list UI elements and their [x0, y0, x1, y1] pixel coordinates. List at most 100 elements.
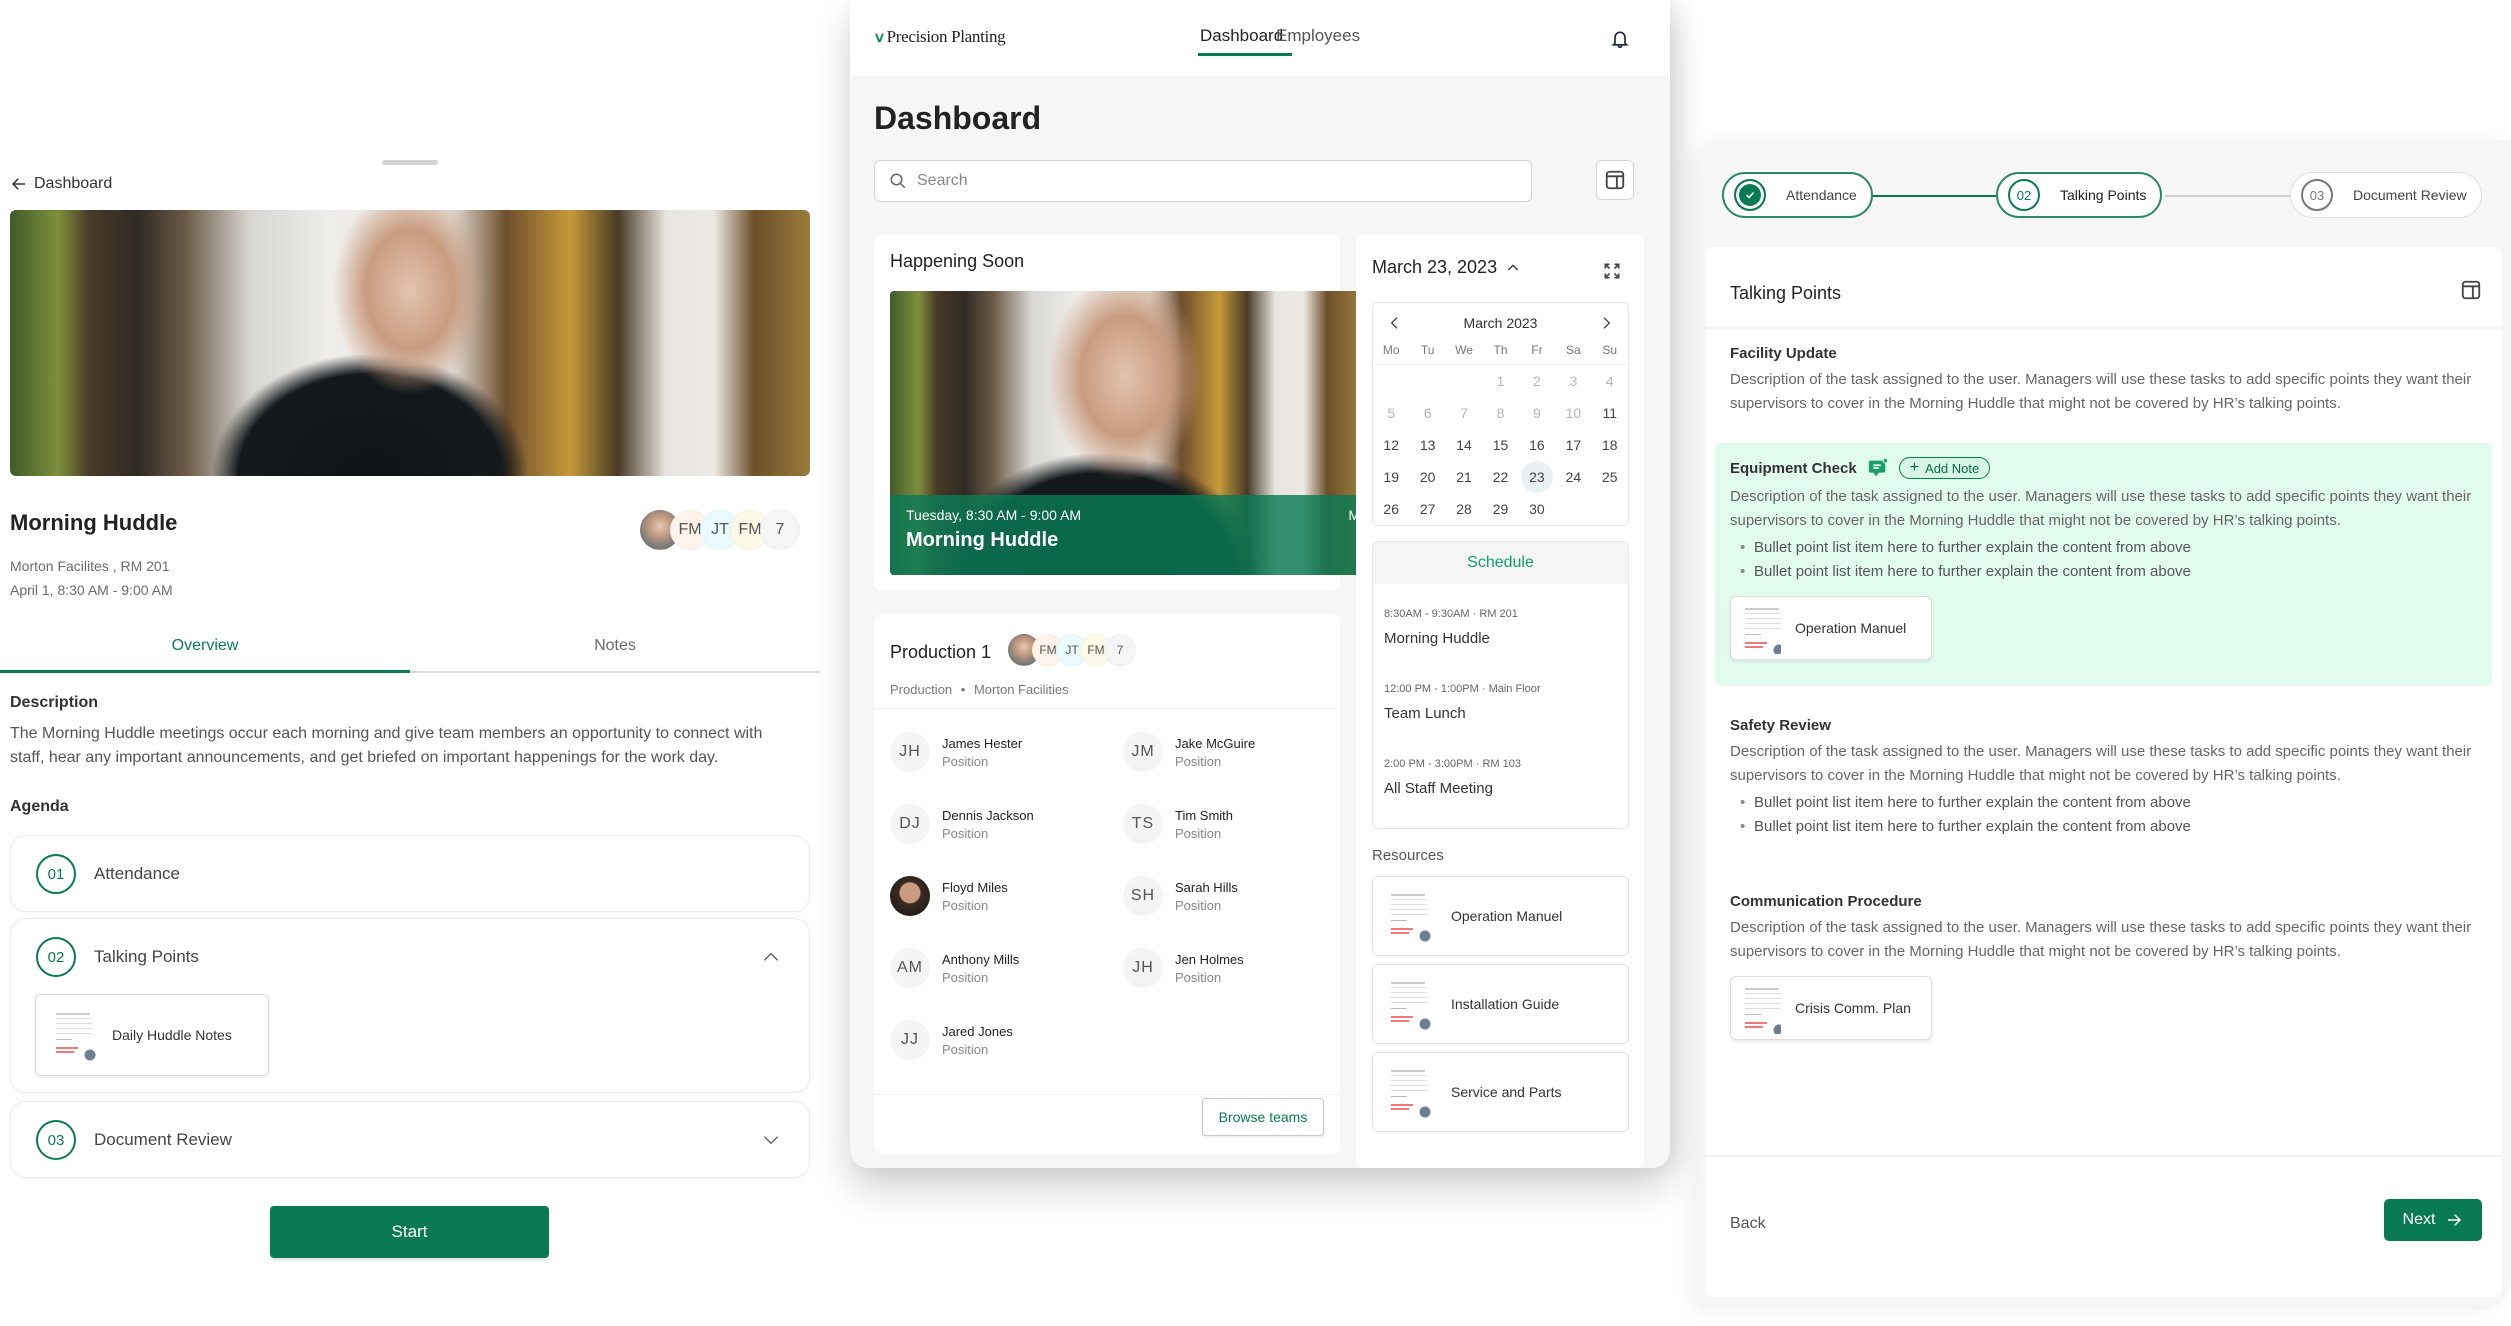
- document-card[interactable]: Daily Huddle Notes: [35, 994, 269, 1076]
- check-icon: [1734, 179, 1766, 211]
- team-avatars[interactable]: FM JT FM 7: [1008, 634, 1136, 666]
- tab-notes[interactable]: Notes: [410, 620, 820, 671]
- weekday-label: Sa: [1555, 343, 1592, 365]
- schedule-item[interactable]: 12:00 PM - 1:00PM · Main Floor Team Lunc…: [1384, 683, 1541, 722]
- calendar-day[interactable]: 9: [1519, 397, 1555, 429]
- member-position: Position: [1175, 897, 1222, 913]
- step-talking-points[interactable]: 02 Talking Points: [1996, 172, 2163, 218]
- calendar-day[interactable]: 17: [1555, 429, 1591, 461]
- calendar-day[interactable]: 10: [1555, 397, 1591, 429]
- browse-teams-button[interactable]: Browse teams: [1202, 1098, 1324, 1136]
- brand-logo[interactable]: ⅴ Precision Planting: [875, 27, 1006, 47]
- weekday-label: Fr: [1518, 343, 1556, 365]
- bullet-item: Bullet point list item here to further e…: [1730, 815, 2490, 839]
- tab-overview[interactable]: Overview: [0, 620, 410, 673]
- team-member[interactable]: TS Tim Smith Position: [1123, 804, 1233, 844]
- agenda-item-talking-points[interactable]: 02 Talking Points Daily Huddle Notes: [10, 918, 810, 1093]
- team-member[interactable]: DJ Dennis Jackson Position: [890, 804, 1034, 844]
- drag-handle[interactable]: [382, 160, 438, 165]
- calendar-day[interactable]: 28: [1446, 493, 1482, 525]
- team-member[interactable]: JJ Jared Jones Position: [890, 1020, 1013, 1060]
- calendar-day[interactable]: 22: [1482, 461, 1518, 493]
- note-comment-icon[interactable]: [1867, 457, 1889, 479]
- agenda-item-attendance[interactable]: 01 Attendance: [10, 835, 810, 912]
- layout-panel-icon[interactable]: [2460, 279, 2482, 301]
- nav-dashboard[interactable]: Dashboard: [1200, 26, 1283, 46]
- step-attendance[interactable]: Attendance: [1722, 172, 1873, 218]
- calendar-day[interactable]: 7: [1446, 397, 1482, 429]
- step-label: Talking Points: [2060, 187, 2147, 203]
- calendar-day[interactable]: 18: [1592, 429, 1628, 461]
- search-input[interactable]: [917, 172, 1497, 190]
- start-button[interactable]: Start: [270, 1206, 549, 1258]
- calendar-day[interactable]: 13: [1409, 429, 1445, 461]
- calendar-day[interactable]: 12: [1373, 429, 1409, 461]
- calendar-day[interactable]: 14: [1446, 429, 1482, 461]
- resource-card[interactable]: Operation Manuel: [1372, 876, 1629, 956]
- day-number: 17: [1565, 437, 1582, 453]
- talking-points-panel: Attendance 02 Talking Points 03 Document…: [1700, 140, 2511, 1310]
- calendar-day[interactable]: 15: [1482, 429, 1518, 461]
- date-selector[interactable]: March 23, 2023: [1372, 257, 1521, 278]
- attendee-avatars[interactable]: FM JT FM 7: [640, 510, 800, 550]
- calendar-day[interactable]: 3: [1555, 365, 1591, 397]
- team-member[interactable]: JH James Hester Position: [890, 732, 1022, 772]
- add-note-button[interactable]: + Add Note: [1898, 457, 1991, 479]
- schedule-item[interactable]: 2:00 PM - 3:00PM · RM 103 All Staff Meet…: [1384, 758, 1521, 797]
- calendar-day[interactable]: 1: [1482, 365, 1518, 397]
- nav-employees[interactable]: Employees: [1276, 26, 1360, 46]
- back-button[interactable]: Back: [1730, 1215, 1766, 1233]
- team-member[interactable]: AM Anthony Mills Position: [890, 948, 1019, 988]
- calendar-day[interactable]: 6: [1409, 397, 1445, 429]
- next-button[interactable]: Next: [2384, 1199, 2482, 1241]
- agenda-item-document-review[interactable]: 03 Document Review: [10, 1101, 810, 1178]
- back-to-dashboard-link[interactable]: Dashboard: [10, 172, 112, 196]
- document-card[interactable]: Operation Manuel: [1730, 596, 1932, 660]
- resource-card[interactable]: Service and Parts: [1372, 1052, 1629, 1132]
- step-document-review[interactable]: 03 Document Review: [2290, 172, 2482, 218]
- calendar-day[interactable]: 29: [1482, 493, 1518, 525]
- expand-icon[interactable]: [1602, 261, 1622, 281]
- calendar-day[interactable]: 16: [1519, 429, 1555, 461]
- calendar-day[interactable]: 26: [1373, 493, 1409, 525]
- calendar-day[interactable]: 5: [1373, 397, 1409, 429]
- document-card[interactable]: Crisis Comm. Plan: [1730, 976, 1932, 1040]
- day-number: 19: [1383, 469, 1399, 485]
- calendar-day[interactable]: 27: [1409, 493, 1445, 525]
- bell-icon[interactable]: [1610, 28, 1630, 50]
- calendar-day[interactable]: 25: [1592, 461, 1628, 493]
- day-number: 27: [1419, 501, 1436, 517]
- calendar-day[interactable]: 20: [1409, 461, 1445, 493]
- avatar: TS: [1123, 804, 1163, 844]
- team-member[interactable]: Floyd Miles Position: [890, 876, 1008, 916]
- team-member[interactable]: SH Sarah Hills Position: [1123, 876, 1238, 916]
- chevron-up-icon[interactable]: [761, 947, 781, 967]
- calendar-day[interactable]: 21: [1446, 461, 1482, 493]
- resource-card[interactable]: Installation Guide: [1372, 964, 1629, 1044]
- talking-point-highlighted: Equipment Check + Add Note Description o…: [1715, 443, 2492, 686]
- calendar-day-selected[interactable]: 23: [1519, 461, 1555, 493]
- calendar-day[interactable]: 19: [1373, 461, 1409, 493]
- calendar-day[interactable]: 11: [1592, 397, 1628, 429]
- calendar-day[interactable]: 4: [1592, 365, 1628, 397]
- schedule-item[interactable]: 8:30AM - 9:30AM · RM 201 Morning Huddle: [1384, 608, 1518, 647]
- calendar-day[interactable]: 24: [1555, 461, 1591, 493]
- calendar-day[interactable]: 30: [1519, 493, 1555, 525]
- document-name: Crisis Comm. Plan: [1795, 1000, 1911, 1016]
- layout-toggle-button[interactable]: [1596, 160, 1634, 200]
- team-member[interactable]: JM Jake McGuire Position: [1123, 732, 1255, 772]
- calendar-day[interactable]: 2: [1519, 365, 1555, 397]
- avatar: JJ: [890, 1020, 930, 1060]
- team-site: Morton Facilities: [973, 682, 1069, 697]
- event-title: Morning Huddle: [10, 510, 178, 535]
- team-member[interactable]: JH Jen Holmes Position: [1123, 948, 1244, 988]
- member-info: Floyd Miles Position: [942, 880, 1008, 913]
- event-carousel-item[interactable]: Tuesday, 8:30 AM - 9:00 AM Morning Huddl…: [890, 291, 1360, 575]
- search-field[interactable]: [874, 160, 1532, 202]
- team-department: Production: [890, 682, 953, 697]
- day-number: 18: [1601, 437, 1618, 453]
- calendar-day[interactable]: 8: [1482, 397, 1518, 429]
- chevron-down-icon[interactable]: [761, 1130, 781, 1150]
- chevron-right-icon[interactable]: [1598, 315, 1614, 331]
- day-number: 12: [1383, 437, 1399, 453]
